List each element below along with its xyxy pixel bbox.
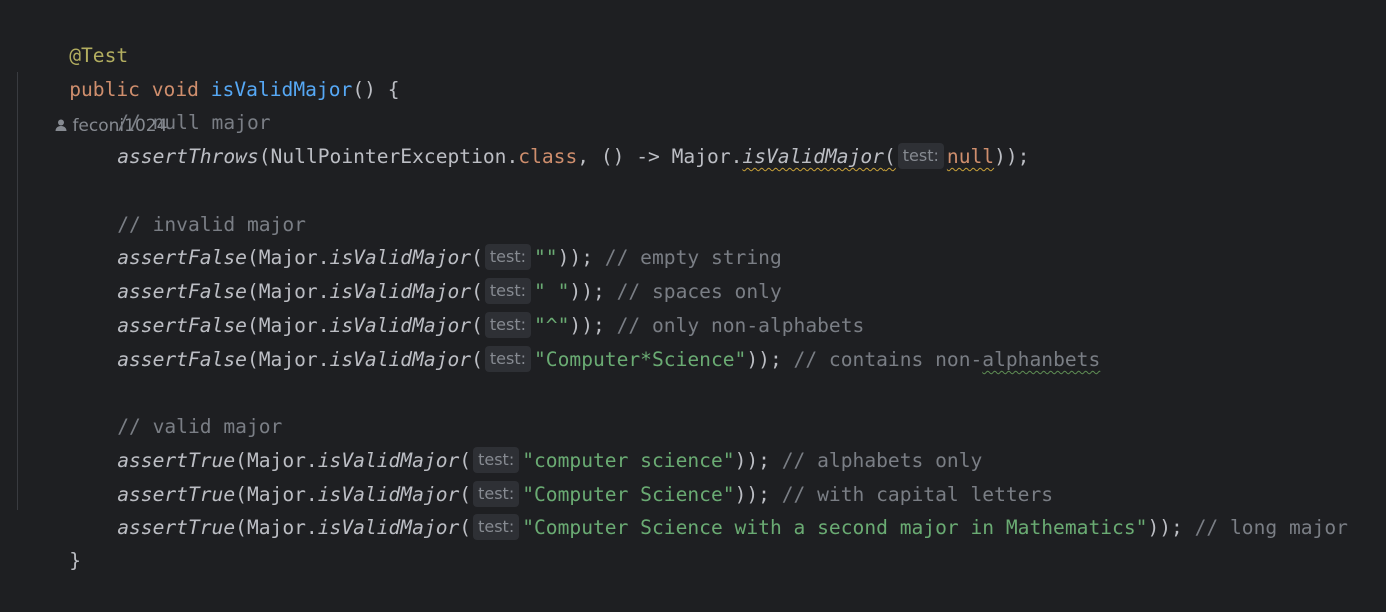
code-line-signature[interactable]: public void isValidMajor() { bbox=[22, 39, 399, 101]
paren: ( bbox=[459, 516, 472, 539]
indent-guide bbox=[17, 72, 18, 510]
string-arg: "Computer Science with a second major in… bbox=[522, 516, 1148, 539]
close-paren: )); bbox=[1147, 516, 1183, 539]
close-paren: )); bbox=[994, 145, 1030, 168]
code-line-comment[interactable]: // valid major bbox=[70, 376, 282, 438]
null-literal: null bbox=[946, 145, 995, 168]
code-line-assert-false[interactable]: assertFalse(Major.isValidMajor(test: "Com… bbox=[70, 309, 1100, 372]
string-arg: "Computer*Science" bbox=[534, 348, 747, 371]
assert-false-call: assertFalse bbox=[117, 348, 247, 371]
parameter-hint: test: bbox=[473, 514, 520, 540]
line-comment: // contains non- bbox=[793, 348, 983, 371]
close-paren: )); bbox=[746, 348, 782, 371]
exception-type: (NullPointerException. bbox=[258, 145, 519, 168]
method-call: isValidMajor bbox=[329, 348, 472, 371]
code-line-assert-false[interactable]: assertFalse(Major.isValidMajor(test: ""))… bbox=[70, 207, 782, 270]
assert-throws-call: assertThrows bbox=[117, 145, 259, 168]
code-line-assert-throws[interactable]: assertThrows(NullPointerException.class,… bbox=[70, 106, 1029, 169]
code-line-assert-false[interactable]: assertFalse(Major.isValidMajor(test: "^")… bbox=[70, 275, 864, 338]
parameter-hint: test: bbox=[897, 143, 944, 169]
paren: ( bbox=[883, 145, 896, 168]
method-call: isValidMajor bbox=[742, 145, 884, 168]
paren: ( bbox=[471, 348, 483, 371]
parameter-hint: test: bbox=[484, 346, 532, 372]
code-line-assert-true[interactable]: assertTrue(Major.isValidMajor(test: "Comp… bbox=[70, 477, 1348, 540]
code-line-assert-true[interactable]: assertTrue(Major.isValidMajor(test: "comp… bbox=[70, 410, 982, 473]
class-ref: (Major. bbox=[235, 516, 318, 539]
code-editor[interactable]: @Test feconi1024 public void isValidMajo… bbox=[0, 0, 1386, 572]
code-line-comment[interactable]: // null major bbox=[70, 72, 270, 134]
keyword-class: class bbox=[518, 145, 578, 168]
line-comment: // long major bbox=[1194, 516, 1348, 539]
closing-brace: } bbox=[69, 549, 81, 572]
code-line-assert-true[interactable]: assertTrue(Major.isValidMajor(test: "Comp… bbox=[70, 444, 1053, 507]
params-open: () { bbox=[352, 78, 400, 101]
code-line-comment[interactable]: // invalid major bbox=[70, 174, 306, 236]
lambda-text: , () -> Major. bbox=[577, 145, 743, 168]
code-line-close[interactable]: } bbox=[22, 510, 81, 572]
code-line-assert-false[interactable]: assertFalse(Major.isValidMajor(test: " ")… bbox=[70, 241, 782, 304]
code-line-annotation[interactable]: @Test feconi1024 bbox=[22, 5, 167, 136]
class-ref: (Major. bbox=[246, 348, 330, 371]
method-call: isValidMajor bbox=[317, 516, 460, 539]
typo-word: alphanbets bbox=[982, 348, 1101, 371]
person-icon bbox=[55, 119, 67, 131]
assert-true-call: assertTrue bbox=[117, 516, 236, 539]
